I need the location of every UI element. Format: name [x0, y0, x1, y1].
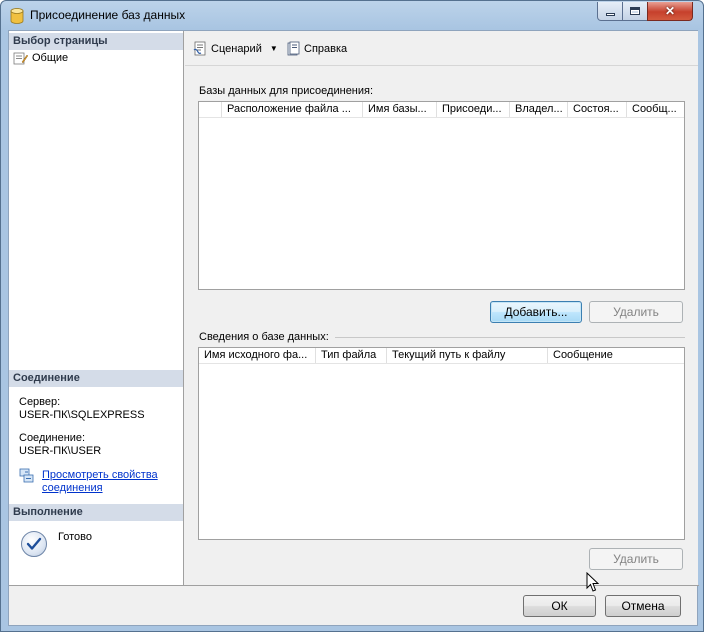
- right-panel: Сценарий ▼ Справка Базы данных для присо…: [185, 31, 698, 585]
- page-properties-icon: [13, 52, 28, 64]
- left-panel: Выбор страницы Общие Соединение Сервер: …: [9, 31, 184, 585]
- mouse-cursor-icon: [586, 572, 600, 592]
- column-header[interactable]: Владел...: [510, 102, 568, 117]
- toolbar: Сценарий ▼ Справка: [185, 31, 698, 66]
- dialog-window: Присоединение баз данных ✕ Выбор страниц…: [0, 0, 704, 632]
- column-header[interactable]: Расположение файла ...: [222, 102, 363, 117]
- details-group-separator: [335, 337, 685, 338]
- page-item-general[interactable]: Общие: [13, 50, 68, 66]
- details-grid-header: Имя исходного фа... Тип файла Текущий пу…: [199, 348, 684, 364]
- databases-grid-header: Расположение файла ... Имя базы... Присо…: [199, 102, 684, 118]
- help-book-icon: [287, 41, 300, 56]
- details-group-label: Сведения о базе данных:: [199, 331, 329, 343]
- column-header[interactable]: Текущий путь к файлу: [387, 348, 548, 363]
- database-icon: [10, 8, 24, 24]
- connection-properties-icon: [19, 468, 34, 483]
- databases-group-label: Базы данных для присоединения:: [199, 85, 374, 97]
- view-connection-properties-link-line2[interactable]: соединения: [42, 482, 103, 494]
- close-button[interactable]: ✕: [647, 2, 693, 21]
- add-button[interactable]: Добавить...: [490, 301, 582, 323]
- window-title: Присоединение баз данных: [30, 8, 186, 22]
- remove-detail-button[interactable]: Удалить: [589, 548, 683, 570]
- page-item-label: Общие: [32, 52, 69, 64]
- ok-button[interactable]: ОК: [523, 595, 596, 617]
- checkmark-icon: [21, 531, 47, 557]
- connection-header: Соединение: [9, 370, 183, 387]
- column-header[interactable]: Имя базы...: [363, 102, 437, 117]
- minimize-icon: [605, 12, 615, 16]
- column-header[interactable]: Тип файла: [316, 348, 387, 363]
- server-label: Сервер:: [19, 396, 61, 408]
- details-grid[interactable]: Имя исходного фа... Тип файла Текущий пу…: [198, 347, 685, 540]
- dialog-client-area: Выбор страницы Общие Соединение Сервер: …: [8, 30, 699, 626]
- column-header[interactable]: Имя исходного фа...: [199, 348, 316, 363]
- close-icon: ✕: [664, 4, 676, 18]
- connection-value: USER-ПК\USER: [19, 445, 102, 457]
- help-label: Справка: [304, 42, 348, 55]
- column-header[interactable]: Присоеди...: [437, 102, 510, 117]
- script-label: Сценарий: [211, 42, 262, 55]
- column-header[interactable]: Сообщ...: [627, 102, 684, 117]
- remove-database-button[interactable]: Удалить: [589, 301, 683, 323]
- maximize-button[interactable]: [622, 2, 648, 21]
- progress-header: Выполнение: [9, 504, 183, 521]
- cancel-button[interactable]: Отмена: [605, 595, 681, 617]
- column-header[interactable]: Сообщение: [548, 348, 678, 363]
- help-button[interactable]: Справка: [286, 41, 347, 56]
- column-header[interactable]: [199, 102, 222, 117]
- title-bar[interactable]: Присоединение баз данных ✕: [1, 1, 703, 31]
- server-value: USER-ПК\SQLEXPRESS: [19, 409, 145, 421]
- script-icon: [193, 41, 206, 56]
- view-connection-properties-link[interactable]: Просмотреть свойства: [42, 469, 158, 481]
- connection-label: Соединение:: [19, 432, 86, 444]
- column-header[interactable]: Состоя...: [568, 102, 627, 117]
- script-button[interactable]: Сценарий ▼: [193, 41, 278, 56]
- progress-status: Готово: [58, 531, 92, 543]
- databases-grid[interactable]: Расположение файла ... Имя базы... Присо…: [198, 101, 685, 290]
- maximize-icon: [630, 7, 640, 15]
- dropdown-arrow-icon[interactable]: ▼: [270, 44, 278, 53]
- minimize-button[interactable]: [597, 2, 623, 21]
- select-page-header: Выбор страницы: [9, 33, 183, 50]
